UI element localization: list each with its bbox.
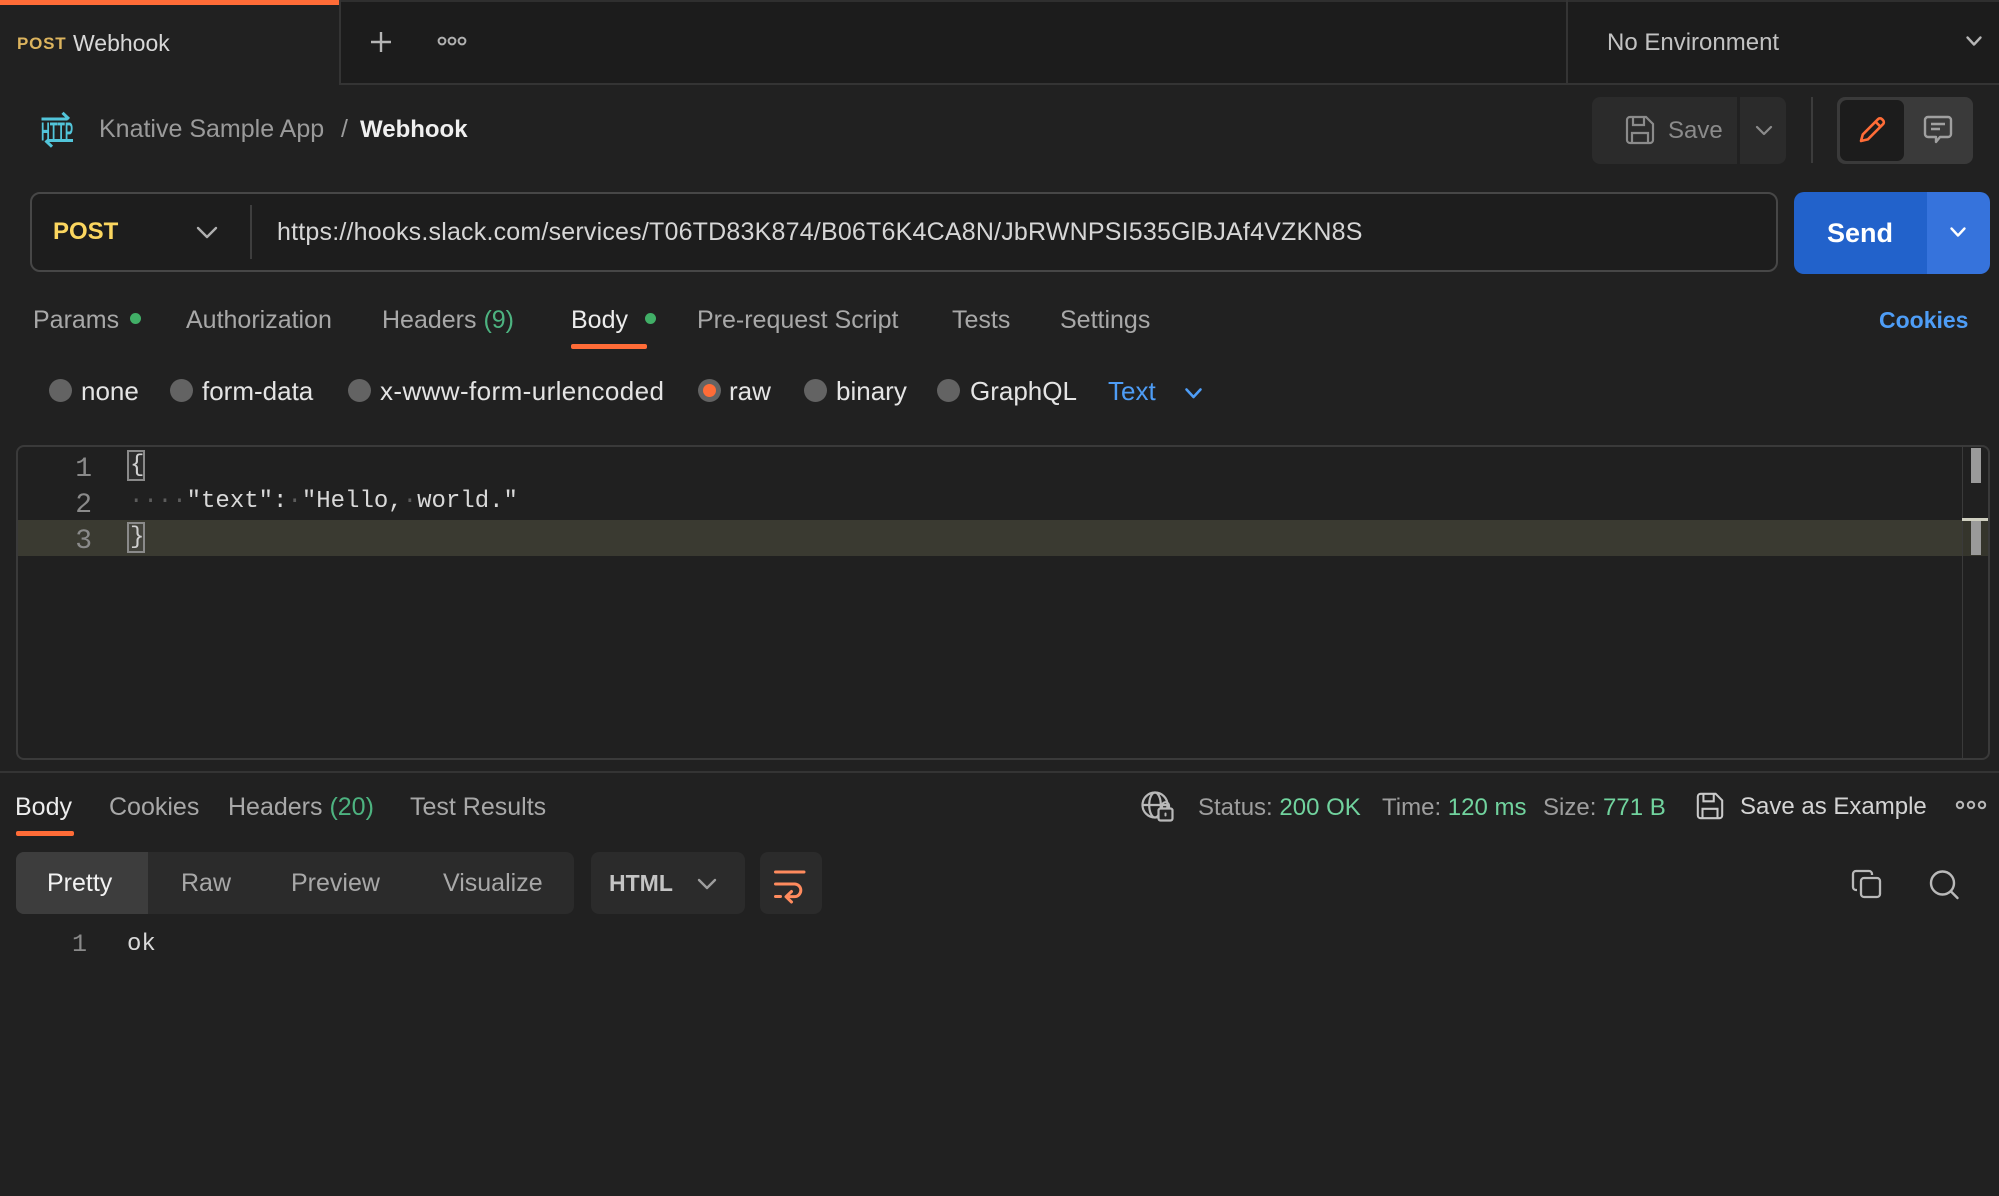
svg-text:HTTP: HTTP <box>41 117 73 147</box>
